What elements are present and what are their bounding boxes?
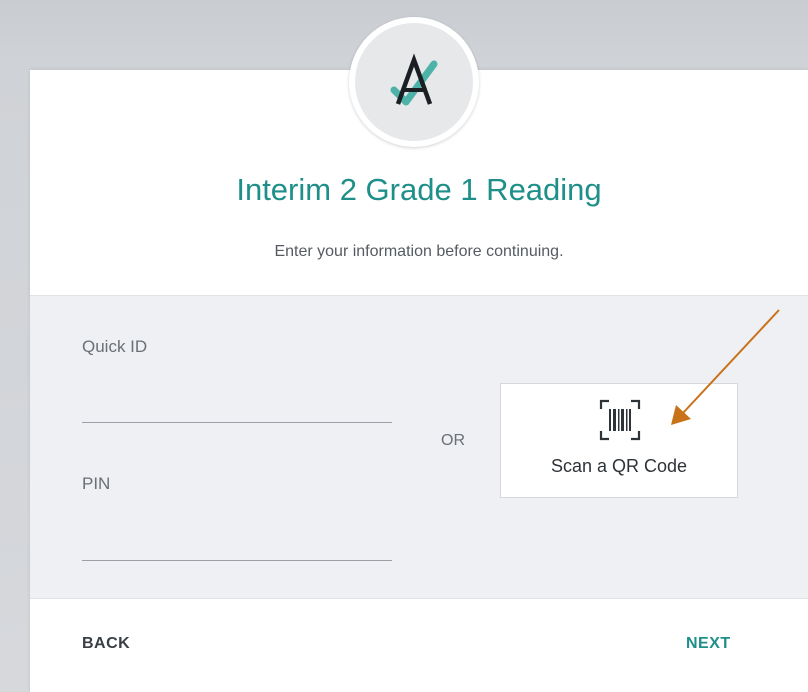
scan-qr-code-label: Scan a QR Code [550, 456, 688, 476]
pin-label: PIN [82, 474, 111, 493]
or-divider-text: OR [441, 432, 465, 449]
page-title: Interim 2 Grade 1 Reading [236, 172, 602, 207]
back-button[interactable]: BACK [82, 635, 130, 653]
scan-qr-code-button[interactable]: Scan a QR Code [500, 383, 738, 498]
quick-id-label: Quick ID [82, 337, 148, 356]
pin-input[interactable] [82, 538, 392, 561]
app-logo-icon [355, 23, 473, 141]
barcode-scan-icon [599, 399, 641, 441]
next-button[interactable]: NEXT [686, 635, 731, 653]
logo-mark-icon [390, 53, 438, 106]
quick-id-input[interactable] [82, 400, 392, 423]
page-subtitle: Enter your information before continuing… [274, 243, 564, 260]
